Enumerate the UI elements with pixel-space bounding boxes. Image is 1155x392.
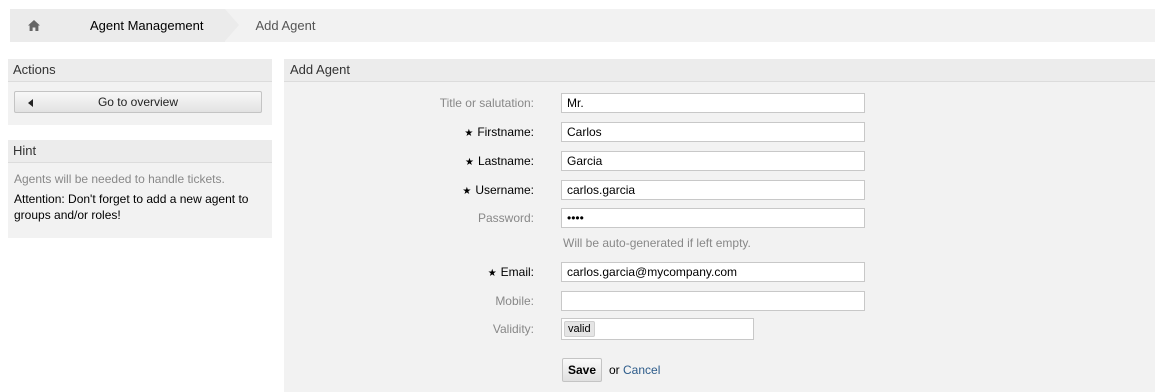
arrow-left-icon xyxy=(28,99,33,107)
home-icon xyxy=(28,20,40,31)
password-input[interactable] xyxy=(561,208,865,228)
lastname-label: Lastname: xyxy=(477,154,534,168)
breadcrumb: Agent Management Add Agent xyxy=(10,9,1155,42)
required-icon: ★ xyxy=(464,157,474,168)
save-button[interactable]: Save xyxy=(562,358,602,382)
mobile-input[interactable] xyxy=(561,291,865,311)
lastname-label-wrap: ★ Lastname: xyxy=(334,150,534,174)
email-label: Email: xyxy=(500,265,534,279)
mobile-label: Mobile: xyxy=(495,294,534,308)
password-label: Password: xyxy=(477,211,534,225)
lastname-input[interactable] xyxy=(561,151,865,171)
firstname-label: Firstname: xyxy=(477,125,534,139)
required-icon: ★ xyxy=(487,268,497,279)
hint-panel: Hint Agents will be needed to handle tic… xyxy=(8,140,272,238)
title-label: Title or salutation: xyxy=(439,96,534,110)
add-agent-panel: Add Agent Title or salutation: ★Firstnam… xyxy=(284,59,1155,392)
required-icon: ★ xyxy=(464,128,474,139)
or-text: or xyxy=(609,363,620,377)
breadcrumb-home[interactable] xyxy=(10,9,76,42)
actions-title: Actions xyxy=(8,59,272,82)
validity-select[interactable]: valid xyxy=(561,318,754,340)
go-to-overview-label: Go to overview xyxy=(97,95,179,109)
firstname-label-wrap: ★ Firstname: xyxy=(334,121,534,145)
breadcrumb-label: Add Agent xyxy=(255,18,316,33)
hint-body: Agents will be needed to handle tickets.… xyxy=(8,163,272,223)
breadcrumb-item-agent-management[interactable]: Agent Management xyxy=(62,9,240,42)
go-to-overview-button[interactable]: Go to overview xyxy=(14,91,262,113)
hint-text-1: Agents will be needed to handle tickets. xyxy=(14,172,225,186)
breadcrumb-label: Agent Management xyxy=(90,18,204,33)
firstname-input[interactable] xyxy=(561,122,865,142)
form-title: Add Agent xyxy=(284,59,1155,82)
title-input[interactable] xyxy=(561,93,865,113)
required-icon: ★ xyxy=(462,186,472,197)
password-hint: Will be auto-generated if left empty. xyxy=(563,236,751,250)
email-input[interactable] xyxy=(561,262,865,282)
hint-text-2: Attention: Don't forget to add a new age… xyxy=(14,192,249,222)
validity-label: Validity: xyxy=(492,322,534,336)
hint-title: Hint xyxy=(8,140,272,163)
cancel-link[interactable]: Cancel xyxy=(623,363,660,377)
username-input[interactable] xyxy=(561,180,865,200)
actions-panel: Actions Go to overview xyxy=(8,59,272,125)
username-label-wrap: ★ Username: xyxy=(334,179,534,203)
username-label: Username: xyxy=(475,183,534,197)
email-label-wrap: ★ Email: xyxy=(334,261,534,285)
validity-selected-tag: valid xyxy=(564,321,595,337)
